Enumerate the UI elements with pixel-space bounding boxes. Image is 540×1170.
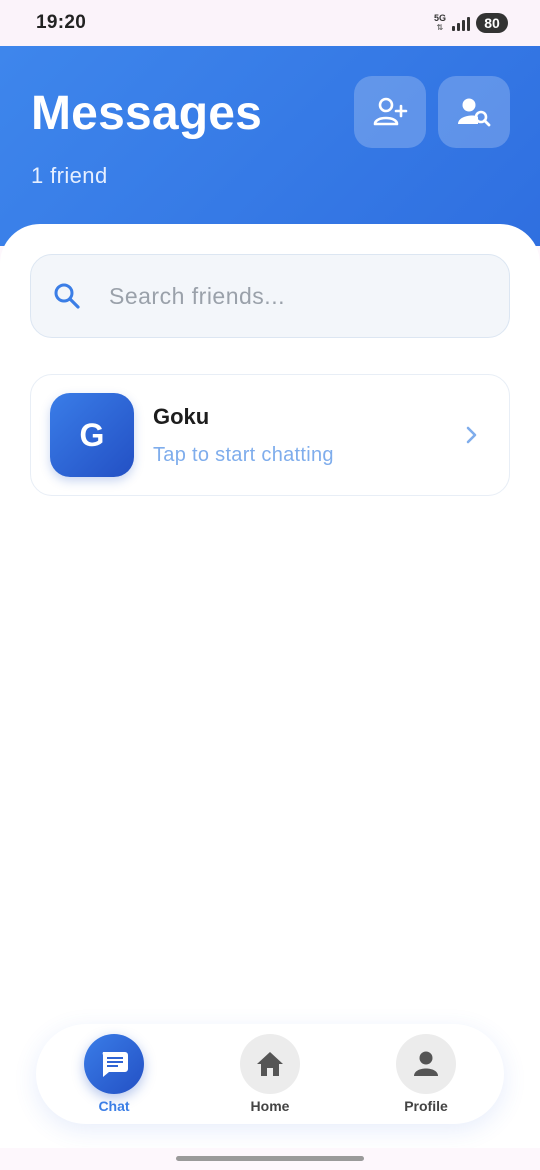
nav-chat-circle: [84, 1034, 144, 1094]
search-input[interactable]: [109, 282, 469, 310]
nav-item-home[interactable]: Home: [240, 1034, 300, 1124]
search-icon: [54, 283, 80, 309]
status-icons: 5G ⇅ 80: [434, 13, 508, 33]
battery-indicator: 80: [476, 13, 508, 33]
home-indicator[interactable]: [176, 1156, 364, 1161]
nav-label-chat: Chat: [98, 1098, 130, 1114]
status-time: 19:20: [36, 12, 87, 33]
add-friend-button[interactable]: [354, 76, 426, 148]
bottom-nav: Chat Home Profile: [36, 1024, 504, 1124]
friend-status: Tap to start chatting: [153, 443, 334, 466]
data-arrows-icon: ⇅: [436, 23, 444, 32]
gesture-area: [0, 1148, 540, 1170]
avatar: G: [50, 393, 134, 477]
nav-label-profile: Profile: [404, 1098, 448, 1114]
person-add-icon: [373, 97, 408, 126]
nav-home-circle: [240, 1034, 300, 1094]
network-label: 5G: [433, 13, 446, 23]
chevron-right-icon: [466, 426, 477, 444]
signal-icon: [452, 15, 470, 31]
friend-name: Goku: [153, 403, 210, 429]
find-friend-button[interactable]: [438, 76, 510, 148]
search-bar[interactable]: [30, 254, 510, 338]
friend-count: 1 friend: [31, 163, 108, 188]
home-icon: [257, 1052, 283, 1076]
friend-list-item[interactable]: G Goku Tap to start chatting: [30, 374, 510, 496]
person-icon: [414, 1051, 438, 1076]
status-bar: 19:20 5G ⇅ 80: [0, 0, 540, 46]
person-search-icon: [458, 98, 491, 127]
chat-bubble-icon: [102, 1052, 128, 1077]
nav-label-home: Home: [250, 1098, 290, 1114]
nav-item-profile[interactable]: Profile: [396, 1034, 456, 1124]
nav-item-chat[interactable]: Chat: [84, 1034, 144, 1124]
network-indicator: 5G ⇅: [433, 13, 446, 33]
messages-header: Messages 1 friend: [0, 46, 540, 246]
friends-panel: G Goku Tap to start chatting: [0, 224, 540, 1024]
nav-profile-circle: [396, 1034, 456, 1094]
friend-info: Goku Tap to start chatting: [153, 404, 465, 467]
page-title: Messages: [31, 87, 263, 140]
